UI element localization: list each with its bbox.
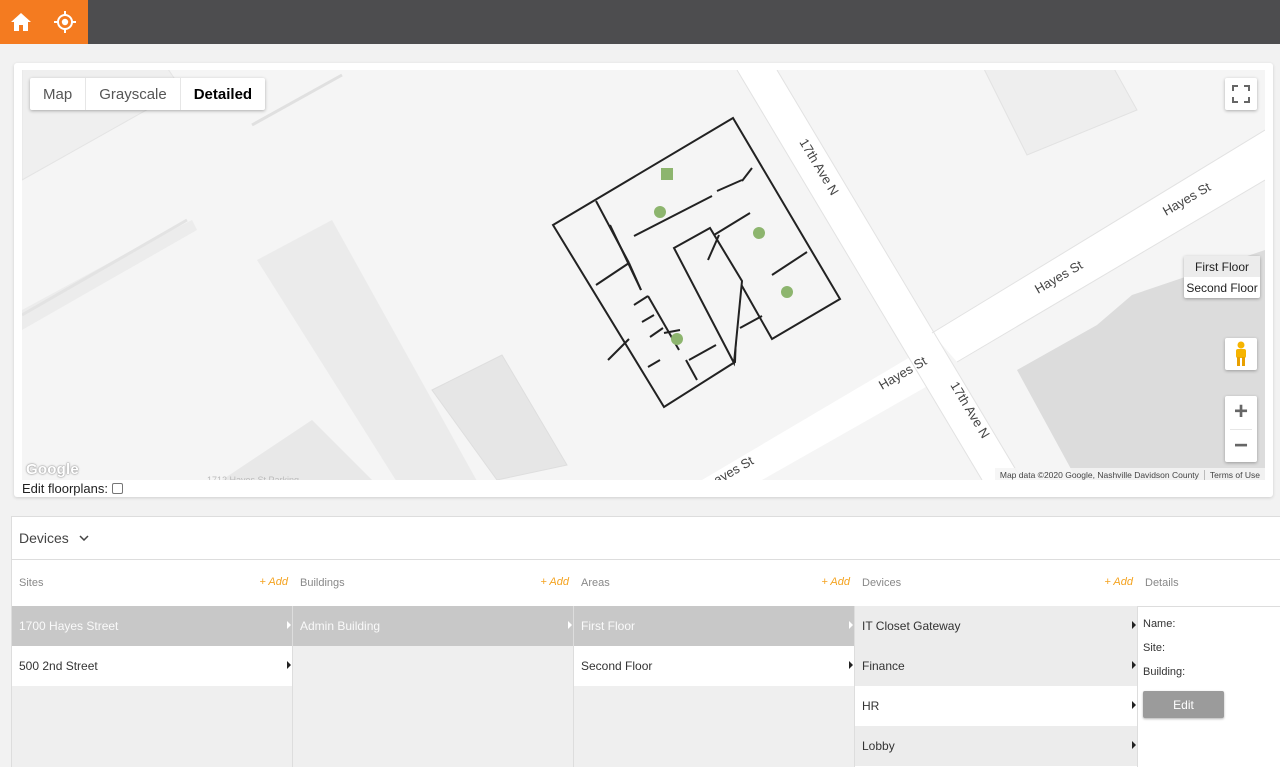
caret-right-icon — [568, 621, 572, 629]
svg-text:1712 Hayes St Parking: 1712 Hayes St Parking — [207, 475, 299, 480]
sites-header-label: Sites — [19, 577, 44, 589]
areas-column: Areas + Add First Floor Second Floor — [574, 560, 855, 767]
pegman-icon — [1236, 341, 1246, 366]
device-item-label: Finance — [862, 659, 905, 673]
map-type-map[interactable]: Map — [30, 78, 87, 110]
terms-of-use-link[interactable]: Terms of Use — [1210, 470, 1260, 480]
chevron-down-icon — [79, 535, 89, 541]
sites-column: Sites + Add 1700 Hayes Street 500 2nd St… — [12, 560, 293, 767]
sites-column-header: Sites + Add — [12, 560, 293, 606]
device-item-hr[interactable]: HR — [855, 686, 1138, 726]
caret-right-icon — [1132, 741, 1136, 749]
zoom-out-button[interactable]: − — [1225, 429, 1257, 462]
caret-right-icon — [849, 621, 853, 629]
area-item-label: First Floor — [581, 619, 635, 633]
zoom-in-button[interactable]: + — [1225, 396, 1257, 429]
map-canvas: 1712 Hayes St Parking 17th Ave N 17th Av… — [22, 70, 1265, 480]
buildings-column-header: Buildings + Add — [293, 560, 574, 606]
floor-option-first[interactable]: First Floor — [1184, 256, 1260, 277]
devices-title: Devices — [19, 530, 69, 546]
detail-name-label: Name: — [1143, 618, 1176, 630]
edit-button[interactable]: Edit — [1143, 691, 1224, 718]
caret-right-icon — [1132, 621, 1136, 629]
add-device-button[interactable]: + Add — [1104, 576, 1133, 588]
edit-floorplans: Edit floorplans: — [22, 481, 123, 496]
caret-right-icon — [287, 621, 291, 629]
fullscreen-icon — [1232, 85, 1250, 103]
map-viewport[interactable]: 1712 Hayes St Parking 17th Ave N 17th Av… — [22, 70, 1265, 480]
details-column-header: Details — [1138, 560, 1280, 606]
caret-right-icon — [849, 661, 853, 669]
floor-selector: First Floor Second Floor — [1184, 256, 1260, 298]
crosshair-icon[interactable] — [52, 8, 78, 36]
add-area-button[interactable]: + Add — [821, 576, 850, 588]
detail-site-label: Site: — [1143, 642, 1166, 654]
site-item-1700-hayes[interactable]: 1700 Hayes Street — [12, 606, 293, 646]
site-item-label: 1700 Hayes Street — [19, 619, 119, 633]
map-type-detailed[interactable]: Detailed — [181, 78, 265, 110]
fullscreen-button[interactable] — [1225, 78, 1257, 110]
edit-floorplans-checkbox[interactable] — [112, 483, 123, 494]
home-icon[interactable] — [8, 8, 34, 36]
site-item-500-2nd[interactable]: 500 2nd Street — [12, 646, 293, 686]
device-item-label: IT Closet Gateway — [862, 619, 961, 633]
details-panel: Name: Site: Building: Edit — [1138, 606, 1280, 767]
areas-header-label: Areas — [581, 577, 610, 589]
map-card: 1712 Hayes St Parking 17th Ave N 17th Av… — [14, 63, 1273, 497]
buildings-list: Admin Building — [293, 606, 574, 767]
devices-header-label: Devices — [862, 577, 902, 589]
areas-list: First Floor Second Floor — [574, 606, 855, 767]
zoom-control: + − — [1225, 396, 1257, 462]
top-bar — [0, 0, 1280, 44]
device-item-finance[interactable]: Finance — [855, 646, 1138, 686]
street-view-button[interactable] — [1225, 338, 1257, 370]
buildings-header-label: Buildings — [300, 577, 345, 589]
device-item-lobby[interactable]: Lobby — [855, 726, 1138, 766]
details-header-label: Details — [1145, 577, 1179, 589]
google-logo: Google — [26, 461, 79, 478]
areas-column-header: Areas + Add — [574, 560, 855, 606]
device-item-it-closet-gateway[interactable]: IT Closet Gateway — [855, 606, 1138, 646]
device-item-label: Lobby — [862, 739, 895, 753]
devices-dropdown[interactable]: Devices — [19, 530, 89, 546]
caret-right-icon — [1132, 701, 1136, 709]
map-type-control: Map Grayscale Detailed — [30, 78, 266, 110]
add-building-button[interactable]: + Add — [540, 576, 569, 588]
add-site-button[interactable]: + Add — [259, 576, 288, 588]
area-item-first-floor[interactable]: First Floor — [574, 606, 855, 646]
edit-floorplans-label: Edit floorplans: — [22, 481, 108, 496]
top-bar-icon-group — [0, 0, 88, 44]
area-item-label: Second Floor — [581, 659, 653, 673]
caret-right-icon — [1132, 661, 1136, 669]
map-type-grayscale[interactable]: Grayscale — [86, 78, 181, 110]
caret-right-icon — [287, 661, 291, 669]
building-item-label: Admin Building — [300, 619, 381, 633]
map-data-credit: Map data ©2020 Google, Nashville Davidso… — [999, 470, 1199, 480]
devices-panel: Devices Sites + Add 1700 Hayes Street 50… — [11, 516, 1280, 767]
floor-option-second[interactable]: Second Floor — [1184, 277, 1260, 298]
devices-column-header: Devices + Add — [855, 560, 1138, 606]
area-item-second-floor[interactable]: Second Floor — [574, 646, 855, 686]
attribution-divider — [1203, 470, 1205, 480]
detail-building-label: Building: — [1143, 666, 1186, 678]
sites-list: 1700 Hayes Street 500 2nd Street — [12, 606, 293, 767]
devices-column: Devices + Add IT Closet Gateway Finance … — [855, 560, 1138, 767]
building-item-admin[interactable]: Admin Building — [293, 606, 574, 646]
devices-list: IT Closet Gateway Finance HR Lobby — [855, 606, 1138, 767]
device-item-label: HR — [862, 699, 880, 713]
map-attribution: Map data ©2020 Google, Nashville Davidso… — [994, 468, 1265, 480]
site-item-label: 500 2nd Street — [19, 659, 98, 673]
buildings-column: Buildings + Add Admin Building — [293, 560, 574, 767]
